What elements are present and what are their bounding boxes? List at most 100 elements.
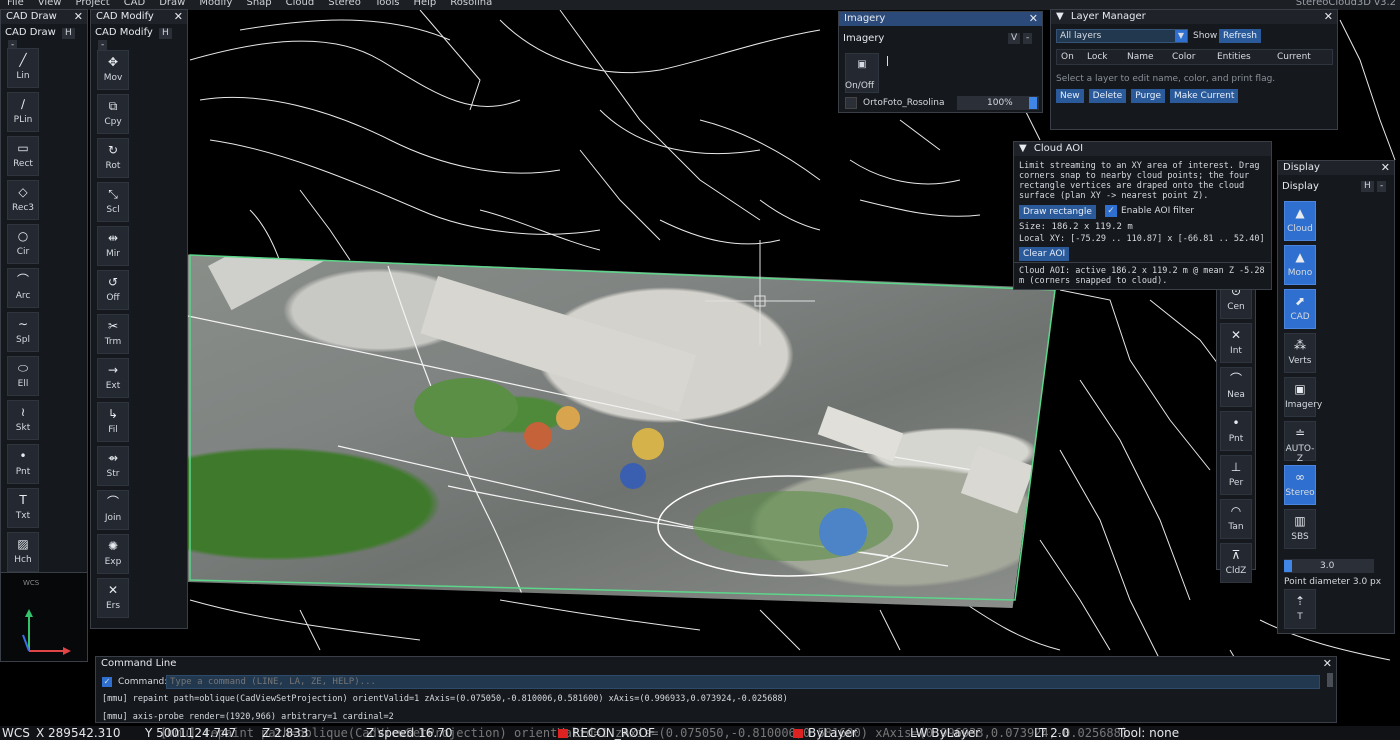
slider-handle[interactable] <box>1284 560 1292 572</box>
close-icon[interactable]: ✕ <box>1323 657 1332 671</box>
draw-txt-button[interactable]: T Txt <box>7 488 39 528</box>
modify-ers-button[interactable]: ✕ Ers <box>97 578 129 618</box>
clear-aoi-button[interactable]: Clear AOI <box>1019 247 1070 261</box>
cloud-aoi-title-bar[interactable]: ▼ Cloud AOI <box>1014 142 1271 156</box>
layer-manager-title-bar[interactable]: ▼ Layer Manager ✕ <box>1051 10 1337 24</box>
modify-str-button[interactable]: ⇴ Str <box>97 446 129 486</box>
display-mono-button[interactable]: ▲ Mono <box>1284 245 1316 285</box>
close-icon[interactable]: ✕ <box>74 10 83 24</box>
purge-layers-button[interactable]: Purge <box>1131 89 1165 103</box>
status-linetype[interactable]: LT 2.0 <box>1034 726 1069 740</box>
menu-tools[interactable]: Tools <box>368 0 407 10</box>
modify-cpy-button[interactable]: ⧉ Cpy <box>97 94 129 134</box>
draw-pnt-button[interactable]: • Pnt <box>7 444 39 484</box>
column-current[interactable]: Current <box>1277 50 1327 64</box>
menu-help[interactable]: Help <box>406 0 443 10</box>
snap-cldz-button[interactable]: ⊼ CldZ <box>1220 543 1252 583</box>
make-current-button[interactable]: Make Current <box>1169 89 1239 103</box>
command-input[interactable] <box>166 675 1320 689</box>
sketch-icon: ≀ <box>20 405 26 419</box>
column-color[interactable]: Color <box>1172 50 1217 64</box>
column-lock[interactable]: Lock <box>1087 50 1127 64</box>
text-toggle-button[interactable]: ⇡ T <box>1284 589 1316 629</box>
draw-rect-button[interactable]: ▭ Rect <box>7 136 39 176</box>
display-cloud-button[interactable]: ▲ Cloud <box>1284 201 1316 241</box>
enable-aoi-checkbox[interactable]: ✓ <box>1105 205 1117 217</box>
opacity-slider[interactable]: 100% <box>957 96 1039 110</box>
modify-fil-button[interactable]: ↳ Fil <box>97 402 129 442</box>
close-icon[interactable]: ✕ <box>1029 12 1038 26</box>
draw-hch-button[interactable]: ▨ Hch <box>7 532 39 572</box>
imagery-title-bar[interactable]: Imagery ✕ <box>839 12 1042 26</box>
column-entities[interactable]: Entities <box>1217 50 1277 64</box>
hide-toggle-button[interactable]: H <box>159 28 172 39</box>
menu-modify[interactable]: Modify <box>192 0 239 10</box>
snap-per-button[interactable]: ⊥ Per <box>1220 455 1252 495</box>
column-on[interactable]: On <box>1057 50 1087 64</box>
display-cad-button[interactable]: ⬈ CAD <box>1284 289 1316 329</box>
command-checkbox[interactable]: ✓ <box>102 677 112 687</box>
display-auto-z-button[interactable]: ≐ AUTO-Z <box>1284 421 1316 464</box>
collapse-arrow-icon[interactable]: ▼ <box>1019 143 1027 154</box>
delete-layer-button[interactable]: Delete <box>1088 89 1127 103</box>
menu-rosolina[interactable]: Rosolina <box>443 0 499 10</box>
snap-tan-button[interactable]: ◠ Tan <box>1220 499 1252 539</box>
hide-toggle-button[interactable]: H <box>1361 181 1374 192</box>
status-color[interactable]: ByLayer <box>808 726 857 740</box>
point-diameter-slider[interactable]: 3.0 <box>1284 559 1374 573</box>
draw-skt-button[interactable]: ≀ Skt <box>7 400 39 440</box>
collapse-arrow-icon[interactable]: ▼ <box>1056 11 1064 22</box>
column-name[interactable]: Name <box>1127 50 1172 64</box>
tool-label: Stereo <box>1285 488 1315 498</box>
menu-cloud[interactable]: Cloud <box>279 0 322 10</box>
opacity-slider-handle[interactable] <box>1029 97 1037 109</box>
modify-scl-button[interactable]: ⤡ Scl <box>97 182 129 222</box>
refresh-button[interactable]: Refresh <box>1219 29 1261 43</box>
display-stereo-button[interactable]: ∞ Stereo <box>1284 465 1316 505</box>
modify-join-button[interactable]: ⌒ Join <box>97 490 129 530</box>
modify-mir-button[interactable]: ⇹ Mir <box>97 226 129 266</box>
command-line-title-bar[interactable]: Command Line ✕ <box>96 657 1336 671</box>
close-icon[interactable]: ✕ <box>1381 161 1390 175</box>
menu-stereo[interactable]: Stereo <box>321 0 368 10</box>
menu-snap[interactable]: Snap <box>239 0 278 10</box>
close-icon[interactable]: ✕ <box>174 10 183 24</box>
aoi-local-xy: Local XY: [-75.29 .. 110.87] x [-66.81 .… <box>1019 234 1265 244</box>
close-icon[interactable]: ✕ <box>1324 10 1333 24</box>
snap-nea-button[interactable]: ⌒ Nea <box>1220 367 1252 407</box>
draw-rec3-button[interactable]: ◇ Rec3 <box>7 180 39 220</box>
cad-modify-title-bar[interactable]: CAD Modify ✕ <box>91 10 187 24</box>
modify-exp-button[interactable]: ✺ Exp <box>97 534 129 574</box>
draw-plin-button[interactable]: ∕ PLin <box>7 92 39 132</box>
display-verts-button[interactable]: ⁂ Verts <box>1284 333 1316 373</box>
layer-filter-dropdown[interactable]: All layers ▼ <box>1056 29 1188 43</box>
draw-cir-button[interactable]: ○ Cir <box>7 224 39 264</box>
modify-rot-button[interactable]: ↻ Rot <box>97 138 129 178</box>
display-title-bar[interactable]: Display ✕ <box>1278 161 1394 175</box>
cad-modify-panel: CAD Modify ✕ CAD Modify H - ✥ Mov ⧉ Cpy ↻ Rot… <box>90 9 188 629</box>
display-sbs-button[interactable]: ▥ SBS <box>1284 509 1316 549</box>
draw-ell-button[interactable]: ⬭ Ell <box>7 356 39 396</box>
modify-off-button[interactable]: ↺ Off <box>97 270 129 310</box>
modify-mov-button[interactable]: ✥ Mov <box>97 50 129 90</box>
modify-trm-button[interactable]: ✂ Trm <box>97 314 129 354</box>
hide-toggle-button[interactable]: H <box>62 28 75 39</box>
collapse-button[interactable]: - <box>1377 181 1387 192</box>
modify-ext-button[interactable]: → Ext <box>97 358 129 398</box>
layer-visible-checkbox[interactable] <box>845 97 857 109</box>
draw-arc-button[interactable]: ⌒ Arc <box>7 268 39 308</box>
snap-pnt-button[interactable]: • Pnt <box>1220 411 1252 451</box>
status-lineweight[interactable]: LW ByLayer <box>910 726 980 740</box>
visibility-button[interactable]: V <box>1008 33 1021 44</box>
snap-int-button[interactable]: ✕ Int <box>1220 323 1252 363</box>
draw-spl-button[interactable]: ∼ Spl <box>7 312 39 352</box>
scrollbar[interactable] <box>1327 673 1333 687</box>
collapse-button[interactable]: - <box>1023 33 1033 44</box>
status-layer[interactable]: RECON_ROOF <box>572 726 655 740</box>
draw-lin-button[interactable]: ╱ Lin <box>7 48 39 88</box>
aoi-rectangle[interactable] <box>189 254 1056 601</box>
display-imagery-button[interactable]: ▣ Imagery <box>1284 377 1322 417</box>
new-layer-button[interactable]: New <box>1056 89 1084 103</box>
draw-rectangle-button[interactable]: Draw rectangle <box>1019 205 1096 219</box>
cad-draw-title-bar[interactable]: CAD Draw ✕ <box>1 10 87 24</box>
